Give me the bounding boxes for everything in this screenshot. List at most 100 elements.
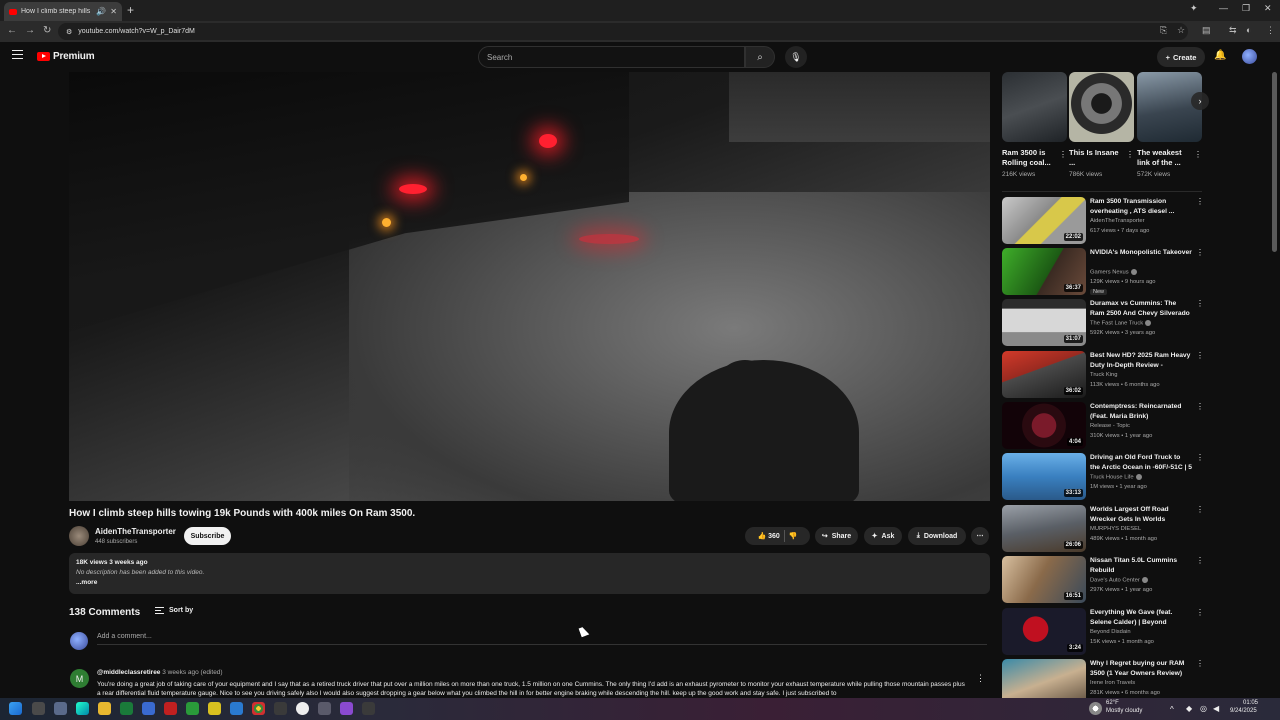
maximize-icon[interactable]: ❐: [1242, 3, 1250, 14]
app-icon[interactable]: [164, 702, 177, 715]
create-button[interactable]: + Create: [1157, 47, 1205, 67]
browser-tab[interactable]: How I climb steep hills tow 🔊 ✕: [4, 2, 122, 21]
app-icon[interactable]: [142, 702, 155, 715]
video-menu-icon[interactable]: ⋮: [1196, 197, 1204, 206]
app-icon[interactable]: [340, 702, 353, 715]
browser-menu-icon[interactable]: ⋮: [1266, 25, 1275, 36]
install-app-icon[interactable]: ⎘: [1160, 25, 1167, 36]
share-button[interactable]: ↪ Share: [815, 527, 858, 545]
notifications-bell-icon[interactable]: 🔔: [1214, 50, 1226, 61]
show-more-link[interactable]: ...more: [76, 579, 983, 586]
app-icon[interactable]: [362, 702, 375, 715]
video-menu-icon[interactable]: ⋮: [1196, 505, 1204, 514]
short-card[interactable]: The weakest link of the ... 572K views ⋮: [1137, 72, 1202, 178]
bookmark-star-icon[interactable]: ☆: [1177, 25, 1185, 36]
video-player[interactable]: [69, 72, 990, 501]
cast-icon[interactable]: ⇆: [1229, 25, 1237, 36]
related-video[interactable]: 4:04 Contemptress: Reincarnated (Feat. M…: [1002, 402, 1204, 451]
widgets-icon[interactable]: [54, 702, 67, 715]
dislike-button[interactable]: 👎: [789, 532, 798, 540]
app-icon[interactable]: [296, 702, 309, 715]
excel-icon[interactable]: [120, 702, 133, 715]
window-close-icon[interactable]: ✕: [1264, 3, 1272, 14]
app-icon[interactable]: [208, 702, 221, 715]
side-panel-icon[interactable]: ▤: [1202, 25, 1211, 36]
related-video[interactable]: 36:02 Best New HD? 2025 Ram Heavy Duty I…: [1002, 351, 1204, 400]
related-video[interactable]: 16:51 Nissan Titan 5.0L Cummins Rebuild …: [1002, 556, 1204, 605]
video-thumbnail: 31:07: [1002, 299, 1086, 346]
speaker-icon[interactable]: 🔊: [96, 7, 106, 16]
channel-name[interactable]: AidenTheTransporter: [95, 527, 176, 536]
address-bar[interactable]: ⚙ youtube.com/watch?v=W_p_Dair7dM: [58, 23, 1188, 40]
app-icon[interactable]: [274, 702, 287, 715]
related-video[interactable]: 31:07 Duramax vs Cummins: The Ram 2500 A…: [1002, 299, 1204, 348]
tray-chevron-icon[interactable]: ^: [1170, 705, 1174, 714]
edge-icon[interactable]: [76, 702, 89, 715]
video-menu-icon[interactable]: ⋮: [1196, 299, 1204, 308]
short-menu-icon[interactable]: ⋮: [1194, 150, 1202, 159]
start-windows-icon[interactable]: [9, 702, 22, 715]
extension-icon[interactable]: ◐: [1246, 25, 1251, 35]
app-icon[interactable]: [230, 702, 243, 715]
divider: [783, 530, 785, 542]
short-card[interactable]: Ram 3500 is Rolling coal... 216K views ⋮: [1002, 72, 1067, 178]
short-menu-icon[interactable]: ⋮: [1059, 150, 1067, 159]
short-menu-icon[interactable]: ⋮: [1126, 150, 1134, 159]
related-video[interactable]: 22:02 Ram 3500 Transmission overheating …: [1002, 197, 1204, 246]
description-box[interactable]: 18K views 3 weeks ago No description has…: [69, 553, 990, 594]
comment-author-avatar[interactable]: M: [70, 669, 89, 688]
more-actions-button[interactable]: ⋯: [971, 527, 989, 545]
page-scrollbar[interactable]: [1272, 72, 1277, 252]
app-icon[interactable]: [318, 702, 331, 715]
site-info-icon[interactable]: ⚙: [66, 28, 72, 36]
account-avatar[interactable]: [1242, 49, 1257, 64]
comment-author[interactable]: @middleclassretiree 3 weeks ago (edited): [97, 669, 223, 676]
task-view-icon[interactable]: [32, 702, 45, 715]
video-menu-icon[interactable]: ⋮: [1196, 556, 1204, 565]
chrome-icon[interactable]: [252, 702, 265, 715]
voice-search-button[interactable]: 🎙: [785, 46, 807, 68]
download-button[interactable]: ⤓ Download: [908, 527, 966, 545]
weather-desc: Mostly cloudy: [1106, 708, 1143, 714]
youtube-logo[interactable]: Premium: [37, 51, 95, 62]
video-menu-icon[interactable]: ⋮: [1196, 608, 1204, 617]
channel-avatar[interactable]: [69, 526, 89, 546]
video-menu-icon[interactable]: ⋮: [1196, 659, 1202, 668]
subscribe-button[interactable]: Subscribe: [184, 527, 231, 545]
related-video[interactable]: 3:24 Everything We Gave (feat. Selene Ca…: [1002, 608, 1204, 657]
minimize-icon[interactable]: —: [1219, 3, 1228, 13]
new-tab-icon[interactable]: +: [127, 3, 134, 17]
related-video[interactable]: 33:13 Driving an Old Ford Truck to the A…: [1002, 453, 1204, 502]
back-icon[interactable]: ←: [7, 25, 17, 36]
video-menu-icon[interactable]: ⋮: [1196, 351, 1204, 360]
shorts-next-arrow-icon[interactable]: ›: [1191, 92, 1209, 110]
close-tab-icon[interactable]: ✕: [110, 7, 117, 16]
add-comment-input[interactable]: Add a comment...: [97, 633, 987, 645]
search-input[interactable]: Search: [478, 46, 745, 68]
file-explorer-icon[interactable]: [98, 702, 111, 715]
related-video[interactable]: Why I Regret buying our RAM 3500 (1 Year…: [1002, 659, 1202, 698]
reload-icon[interactable]: ↻: [43, 25, 51, 36]
clock-date[interactable]: 9/24/2025: [1230, 708, 1257, 714]
hamburger-menu-icon[interactable]: [12, 50, 23, 59]
app-icon[interactable]: [186, 702, 199, 715]
network-icon[interactable]: ◎: [1200, 704, 1207, 713]
comment-menu-icon[interactable]: ⋮: [976, 673, 985, 684]
ask-button[interactable]: ✦ Ask: [864, 527, 902, 545]
short-card[interactable]: This Is Insane ... 786K views ⋮: [1069, 72, 1134, 178]
clock-time[interactable]: 01:05: [1243, 700, 1258, 706]
forward-icon[interactable]: →: [25, 25, 35, 36]
video-menu-icon[interactable]: ⋮: [1196, 402, 1204, 411]
volume-icon[interactable]: ◀: [1213, 704, 1219, 713]
video-menu-icon[interactable]: ⋮: [1196, 248, 1204, 257]
video-frame-shadow: [669, 360, 859, 501]
video-menu-icon[interactable]: ⋮: [1196, 453, 1204, 462]
related-video[interactable]: 36:37 NVIDIA's Monopolistic Takeover Gam…: [1002, 248, 1204, 297]
tray-app-icon[interactable]: ◆: [1186, 704, 1192, 713]
weather-icon[interactable]: [1089, 702, 1102, 715]
related-video[interactable]: 26:06 Worlds Largest Off Road Wrecker Ge…: [1002, 505, 1204, 554]
sort-comments-button[interactable]: Sort by: [155, 607, 193, 614]
tab-search-icon[interactable]: ✦: [1190, 3, 1198, 14]
like-button[interactable]: 👍 360: [757, 532, 779, 540]
search-button[interactable]: ⌕: [745, 46, 775, 68]
